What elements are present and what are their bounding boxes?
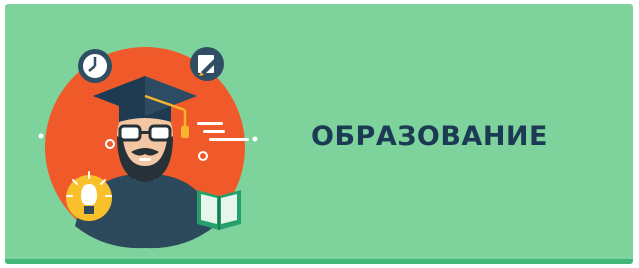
education-banner: ОБРАЗОВАНИЕ	[5, 4, 633, 264]
clock-icon	[78, 49, 112, 83]
open-book-icon	[197, 190, 241, 230]
banner-title: ОБРАЗОВАНИЕ	[311, 121, 548, 152]
education-illustration	[38, 47, 258, 249]
pencil-note-icon	[190, 47, 224, 81]
lightbulb-icon	[66, 171, 112, 221]
banner-bottom-stripe	[5, 259, 633, 264]
